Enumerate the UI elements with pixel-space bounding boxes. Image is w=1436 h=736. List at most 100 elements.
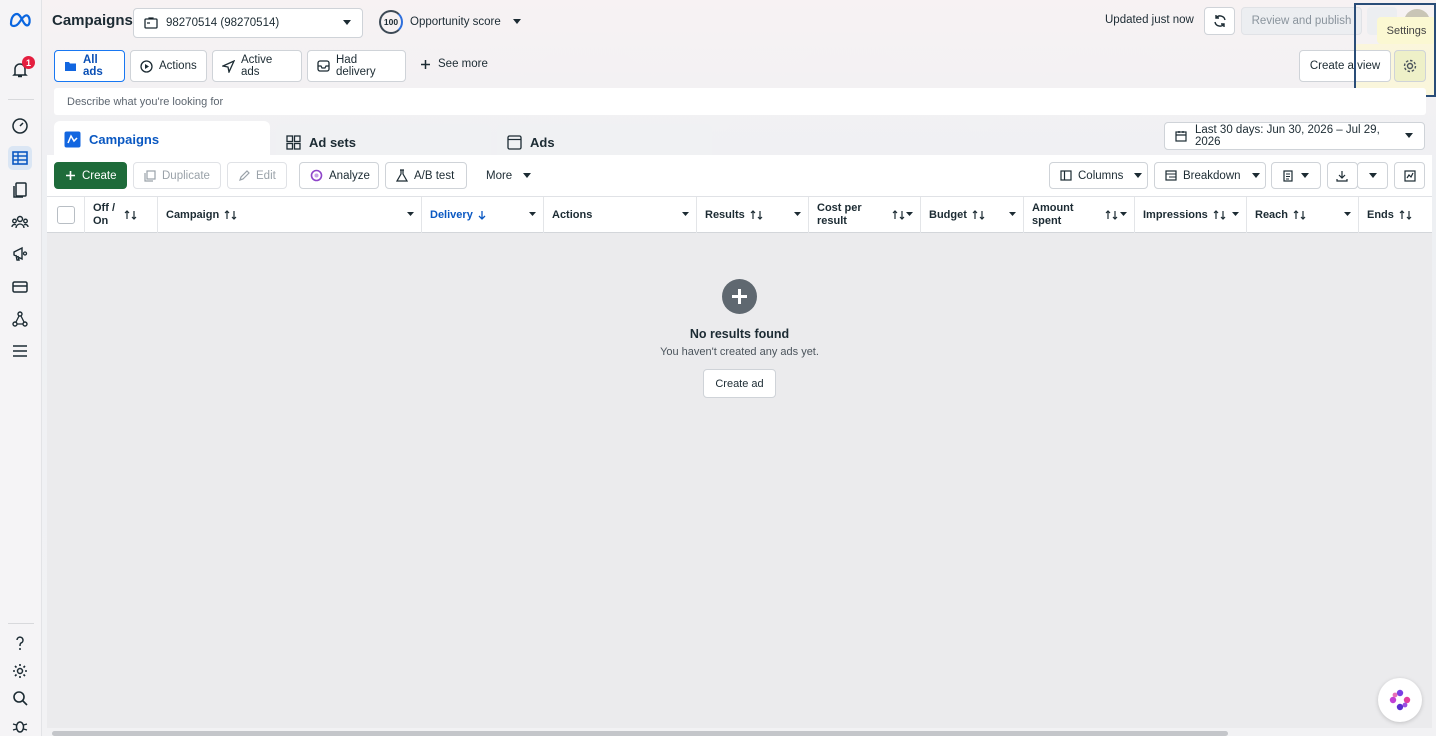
- sort-arrows-icon[interactable]: [892, 210, 905, 220]
- tab-ads-label: Ads: [530, 134, 555, 150]
- sort-arrows-icon[interactable]: [224, 210, 237, 220]
- export-button[interactable]: [1327, 162, 1358, 189]
- filter-actions[interactable]: Actions: [130, 50, 207, 82]
- tab-campaigns[interactable]: Campaigns: [54, 121, 270, 157]
- column-menu-caret-icon[interactable]: [529, 212, 536, 217]
- column-menu-caret-icon[interactable]: [794, 212, 801, 217]
- settings-gear-icon[interactable]: [8, 659, 32, 683]
- empty-state-title: No results found: [689, 327, 790, 341]
- page-title: Campaigns: [52, 12, 133, 29]
- all-tools-menu-icon[interactable]: [8, 339, 32, 363]
- reports-dropdown[interactable]: [1271, 162, 1321, 189]
- help-question-icon[interactable]: [8, 631, 32, 655]
- results-column-label: Results: [705, 208, 745, 221]
- sort-arrows-icon[interactable]: [1105, 210, 1118, 220]
- opportunity-score-ring: 100: [379, 10, 403, 34]
- column-menu-caret-icon[interactable]: [906, 212, 913, 217]
- column-header-results[interactable]: Results: [697, 197, 809, 233]
- advertising-megaphone-icon[interactable]: [8, 242, 32, 266]
- create-ad-button[interactable]: Create ad: [703, 369, 776, 398]
- ad-account-value: 98270514 (98270514): [166, 17, 280, 29]
- ab-test-button[interactable]: A/B test: [385, 162, 467, 189]
- report-document-icon: [1282, 169, 1294, 182]
- actions-compass-icon: [140, 59, 153, 73]
- rail-divider-bottom: [8, 623, 34, 624]
- opportunity-score-label: Opportunity score: [410, 16, 501, 28]
- sort-arrows-icon[interactable]: [1293, 210, 1306, 220]
- empty-state-plus-icon: [722, 279, 757, 314]
- ad-account-selector[interactable]: 98270514 (98270514): [133, 8, 363, 38]
- create-button[interactable]: Create: [54, 162, 127, 189]
- sort-arrows-icon[interactable]: [750, 210, 763, 220]
- review-and-publish-button[interactable]: Review and publish: [1241, 7, 1362, 35]
- analyze-button-label: Analyze: [329, 169, 370, 182]
- table-header: Off / On Campaign Delivery Actions Result…: [47, 196, 1432, 233]
- campaign-column-label: Campaign: [166, 208, 220, 221]
- dashboard-gauge-icon[interactable]: [8, 114, 32, 138]
- column-header-cost-per-result[interactable]: Cost per result: [809, 197, 921, 233]
- tab-ad-sets-label: Ad sets: [309, 134, 356, 150]
- campaigns-table-icon[interactable]: [8, 146, 32, 170]
- column-menu-caret-icon[interactable]: [1120, 212, 1127, 217]
- duplicate-button[interactable]: Duplicate: [133, 162, 221, 189]
- cost-label-line1: Cost per: [817, 202, 862, 214]
- sort-arrows-icon[interactable]: [124, 210, 137, 220]
- refresh-button[interactable]: [1204, 7, 1235, 35]
- amount-label-line2: spent: [1032, 215, 1062, 227]
- column-header-delivery[interactable]: Delivery: [422, 197, 544, 233]
- filter-had-delivery-label: Had delivery: [336, 54, 376, 78]
- ai-assistant-button[interactable]: [1378, 678, 1422, 722]
- analyze-sparkle-icon: [310, 169, 323, 182]
- see-more-filters[interactable]: See more: [420, 58, 488, 70]
- column-menu-caret-icon[interactable]: [1009, 212, 1016, 217]
- column-menu-caret-icon[interactable]: [1232, 212, 1239, 217]
- column-header-ends[interactable]: Ends: [1359, 197, 1432, 233]
- billing-card-icon[interactable]: [8, 275, 32, 299]
- tab-campaigns-label: Campaigns: [89, 131, 160, 147]
- column-header-amount-spent[interactable]: Amount spent: [1024, 197, 1135, 233]
- download-icon: [1336, 170, 1348, 182]
- chart-trend-icon: [1404, 169, 1416, 182]
- sort-arrows-icon[interactable]: [1213, 210, 1226, 220]
- select-all-cell: [47, 197, 85, 233]
- export-options-dropdown[interactable]: [1357, 162, 1388, 189]
- filter-all-ads[interactable]: All ads: [54, 50, 125, 82]
- column-header-impressions[interactable]: Impressions: [1135, 197, 1247, 233]
- pages-documents-icon[interactable]: [8, 178, 32, 202]
- horizontal-scrollbar[interactable]: [52, 731, 1228, 736]
- edit-button[interactable]: Edit: [227, 162, 287, 189]
- more-dropdown-button[interactable]: More: [475, 162, 537, 189]
- create-button-label: Create: [82, 169, 117, 182]
- ad-account-icon: [144, 17, 158, 29]
- column-menu-caret-icon[interactable]: [407, 212, 414, 217]
- breakdown-dropdown[interactable]: Breakdown: [1154, 162, 1266, 189]
- audiences-people-icon[interactable]: [8, 210, 32, 234]
- chevron-down-icon: [1404, 133, 1414, 139]
- search-input[interactable]: Describe what you're looking for: [54, 88, 1426, 115]
- select-all-checkbox[interactable]: [57, 206, 75, 224]
- column-header-campaign[interactable]: Campaign: [158, 197, 422, 233]
- events-manager-icon[interactable]: [8, 307, 32, 331]
- sort-arrows-icon[interactable]: [1399, 210, 1412, 220]
- columns-dropdown[interactable]: Columns: [1049, 162, 1148, 189]
- sort-descending-icon[interactable]: [478, 210, 486, 220]
- date-range-picker[interactable]: Last 30 days: Jun 30, 2026 – Jul 29, 202…: [1164, 122, 1425, 150]
- sort-arrows-icon[interactable]: [972, 210, 985, 220]
- column-menu-caret-icon[interactable]: [1344, 212, 1351, 217]
- filter-had-delivery[interactable]: Had delivery: [307, 50, 406, 82]
- opportunity-score[interactable]: 100 Opportunity score: [379, 10, 522, 34]
- search-icon[interactable]: [8, 686, 32, 710]
- column-header-reach[interactable]: Reach: [1247, 197, 1359, 233]
- chevron-down-icon: [512, 19, 522, 25]
- filter-active-ads[interactable]: Active ads: [212, 50, 302, 82]
- meta-logo-icon[interactable]: [9, 12, 33, 28]
- off-on-label-line1: Off /: [93, 202, 115, 214]
- column-header-actions[interactable]: Actions: [544, 197, 697, 233]
- analyze-button[interactable]: Analyze: [299, 162, 379, 189]
- impressions-column-label: Impressions: [1143, 208, 1208, 221]
- column-header-off-on[interactable]: Off / On: [85, 197, 158, 233]
- column-menu-caret-icon[interactable]: [682, 212, 689, 217]
- report-bug-icon[interactable]: [8, 714, 32, 736]
- column-header-budget[interactable]: Budget: [921, 197, 1024, 233]
- view-charts-button[interactable]: [1394, 162, 1425, 189]
